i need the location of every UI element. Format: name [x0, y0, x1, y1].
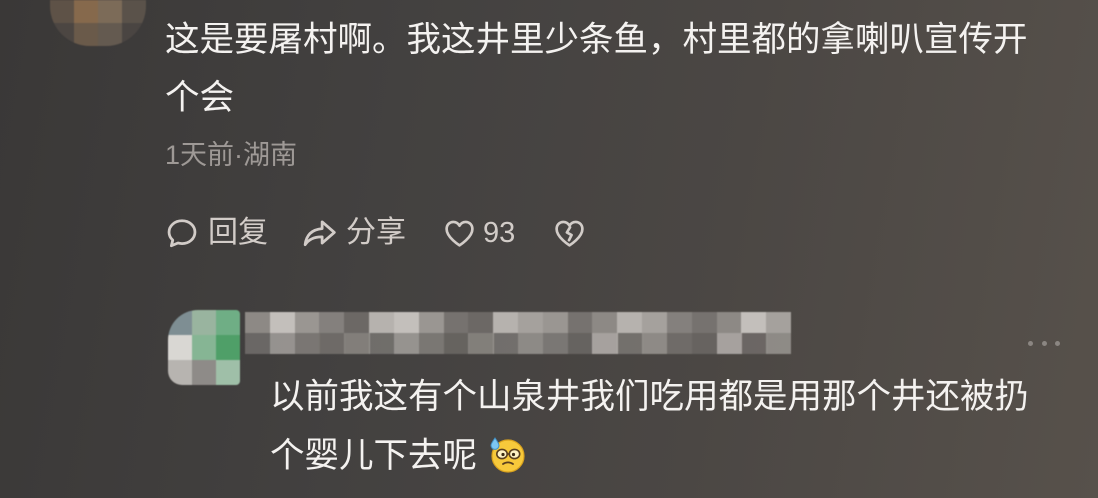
blur-block [741, 332, 767, 354]
blur-block [369, 312, 395, 333]
blur-block [319, 332, 345, 354]
blur-block [493, 312, 519, 333]
more-horizontal-icon [1028, 340, 1033, 346]
blur-block [542, 332, 569, 354]
blur-block [294, 332, 320, 354]
reply-username-blurred[interactable] [245, 312, 792, 354]
reply-text-content: 以前我这有个山泉井我们吃用都是用那个井还被扔个婴儿下去呢 [270, 378, 1029, 475]
comment-bubble-icon [165, 216, 199, 250]
comment-thread: 这是要屠村啊。我这井里少条鱼，村里都的拿喇叭宣传开个会 1天前·湖南 回复 分享… [0, 0, 1098, 498]
sweat-face-emoji-icon [487, 434, 527, 474]
share-arrow-icon [300, 216, 340, 250]
blur-block [269, 332, 296, 354]
blur-block [468, 312, 494, 333]
blur-block [443, 312, 469, 333]
broken-heart-icon [553, 217, 586, 250]
blur-block [691, 312, 718, 333]
blur-block [542, 312, 569, 333]
blur-block [666, 332, 693, 354]
more-horizontal-icon [1041, 340, 1047, 346]
blur-block [617, 312, 643, 333]
blur-block [443, 332, 469, 354]
more-options-button[interactable] [1028, 334, 1060, 352]
reply-author-avatar-blurred[interactable] [168, 310, 240, 385]
blur-block [418, 332, 445, 354]
dislike-button[interactable] [553, 214, 586, 252]
blur-block [567, 312, 593, 333]
blur-block [319, 312, 345, 333]
blur-block [493, 332, 519, 354]
blur-block [468, 332, 494, 354]
blur-block [716, 332, 742, 354]
comment-author-avatar-blurred[interactable] [50, 0, 146, 46]
heart-icon [443, 217, 476, 250]
comment-text: 这是要屠村啊。我这井里少条鱼，村里都的拿喇叭宣传开个会 [165, 21, 1028, 117]
blur-block [567, 332, 593, 354]
blur-block [518, 332, 544, 354]
blur-block [418, 312, 445, 333]
share-label: 分享 [346, 216, 406, 249]
blur-block [642, 312, 668, 333]
reply-label: 回复 [208, 216, 268, 249]
more-horizontal-icon [1055, 340, 1060, 346]
blur-block [269, 312, 296, 333]
blur-block [245, 312, 271, 333]
blur-block [294, 312, 320, 333]
blur-block [617, 332, 643, 354]
blur-block [344, 332, 370, 354]
blur-block [592, 312, 618, 333]
blur-block [716, 312, 742, 333]
blur-block [666, 312, 693, 333]
like-button[interactable]: 93 [443, 214, 515, 252]
reply-button[interactable]: 回复 [165, 214, 268, 252]
blur-block [766, 332, 792, 354]
comment-timestamp-location: 1天前·湖南 [165, 140, 298, 170]
blur-block [518, 312, 544, 333]
blur-block [393, 312, 420, 333]
blur-block [393, 332, 420, 354]
blur-block [642, 332, 668, 354]
share-button[interactable]: 分享 [300, 214, 406, 252]
blur-block [592, 332, 618, 354]
blur-block [691, 332, 718, 354]
blur-block [369, 332, 395, 354]
like-count: 93 [483, 217, 516, 249]
blur-block [741, 312, 767, 333]
reply-text: 以前我这有个山泉井我们吃用都是用那个井还被扔个婴儿下去呢 [270, 368, 1050, 486]
blur-block [766, 312, 792, 333]
blur-block [344, 312, 370, 333]
blur-block [245, 332, 271, 354]
